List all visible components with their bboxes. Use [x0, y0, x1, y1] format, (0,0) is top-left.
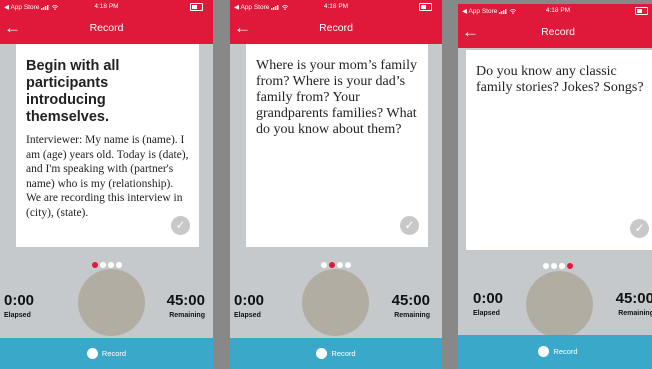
- remaining-value: 45:00: [166, 292, 205, 309]
- remaining-label: Remaining: [618, 310, 652, 317]
- status-bar: ◀ App Store 4:18 PM: [230, 0, 442, 14]
- status-bar: ◀ App Store 4:18 PM: [458, 4, 652, 18]
- elapsed-value: 0:00: [234, 292, 265, 309]
- record-screen-2: ◀ App Store 4:18 PM ← Record Where is yo…: [230, 0, 442, 369]
- page-dot-3[interactable]: [559, 263, 565, 269]
- page-title: Record: [319, 22, 353, 34]
- page-dot-4[interactable]: [567, 263, 573, 269]
- question-prompt: Where is your mom’s family from? Where i…: [256, 58, 417, 137]
- check-icon[interactable]: ✓: [171, 216, 190, 235]
- record-button[interactable]: Record: [458, 335, 652, 369]
- remaining-value: 45:00: [615, 290, 652, 307]
- record-button-label: Record: [101, 349, 127, 358]
- status-time: 4:18 PM: [323, 3, 349, 10]
- check-icon[interactable]: ✓: [400, 216, 419, 235]
- record-dot-icon: [316, 348, 328, 359]
- elapsed-label: Elapsed: [473, 310, 500, 317]
- page-dot-3[interactable]: [337, 262, 343, 268]
- elapsed-label: Elapsed: [234, 312, 261, 319]
- remaining-value: 45:00: [391, 292, 430, 309]
- record-dot-icon: [86, 348, 98, 359]
- recording-level-circle[interactable]: [526, 271, 593, 338]
- page-title: Record: [541, 26, 575, 38]
- nav-bar: ← Record: [458, 18, 652, 48]
- record-button[interactable]: Record: [0, 338, 213, 369]
- page-dot-1[interactable]: [91, 262, 98, 268]
- record-button-label: Record: [553, 347, 578, 356]
- page-dot-1[interactable]: [321, 262, 327, 268]
- remaining-label: Remaining: [169, 312, 205, 319]
- record-button[interactable]: Record: [230, 338, 442, 369]
- elapsed-timer: 0:00 Elapsed: [4, 292, 34, 319]
- nav-bar: ← Record: [0, 14, 213, 44]
- question-card: Do you know any classic family stories? …: [466, 50, 652, 250]
- record-screen-1: ◀ App Store 4:18 PM ← Record Begin with …: [0, 0, 213, 369]
- elapsed-label: Elapsed: [4, 312, 31, 319]
- page-dot-4[interactable]: [345, 262, 351, 268]
- page-indicator: [230, 255, 442, 268]
- page-indicator: [0, 255, 213, 268]
- record-button-label: Record: [331, 349, 356, 358]
- nav-bar: ← Record: [230, 14, 442, 44]
- page-dot-3[interactable]: [107, 262, 114, 268]
- question-prompt: Do you know any classic family stories? …: [476, 64, 644, 95]
- question-card: Where is your mom’s family from? Where i…: [246, 44, 428, 247]
- remaining-timer: 45:00 Remaining: [167, 292, 205, 319]
- battery-icon: [190, 3, 203, 11]
- page-dot-4[interactable]: [115, 262, 122, 268]
- battery-icon: [419, 3, 432, 11]
- remaining-timer: 45:00 Remaining: [392, 292, 430, 319]
- page-title: Record: [89, 22, 124, 34]
- battery-icon: [635, 7, 648, 15]
- elapsed-value: 0:00: [4, 292, 35, 309]
- page-dot-2[interactable]: [551, 263, 557, 269]
- question-card: Begin with all participants introducing …: [16, 44, 199, 247]
- recording-level-circle[interactable]: [78, 269, 145, 336]
- record-dot-icon: [538, 346, 550, 357]
- status-bar: ◀ App Store 4:18 PM: [0, 0, 213, 14]
- page-dot-1[interactable]: [543, 263, 549, 269]
- elapsed-timer: 0:00 Elapsed: [473, 290, 503, 317]
- page-indicator: [458, 256, 652, 269]
- check-icon[interactable]: ✓: [630, 219, 649, 238]
- interview-script: Interviewer: My name is (name). I am (ag…: [26, 134, 189, 219]
- recording-level-circle[interactable]: [302, 269, 369, 336]
- remaining-timer: 45:00 Remaining: [616, 290, 652, 317]
- page-dot-2[interactable]: [99, 262, 106, 268]
- status-time: 4:18 PM: [94, 3, 119, 10]
- question-prompt: Begin with all participants introducing …: [26, 58, 120, 125]
- remaining-label: Remaining: [394, 312, 430, 319]
- status-time: 4:18 PM: [545, 7, 571, 14]
- elapsed-value: 0:00: [473, 290, 504, 307]
- elapsed-timer: 0:00 Elapsed: [234, 292, 264, 319]
- page-dot-2[interactable]: [329, 262, 335, 268]
- record-screen-3: ◀ App Store 4:18 PM ← Record Do you know…: [458, 4, 652, 369]
